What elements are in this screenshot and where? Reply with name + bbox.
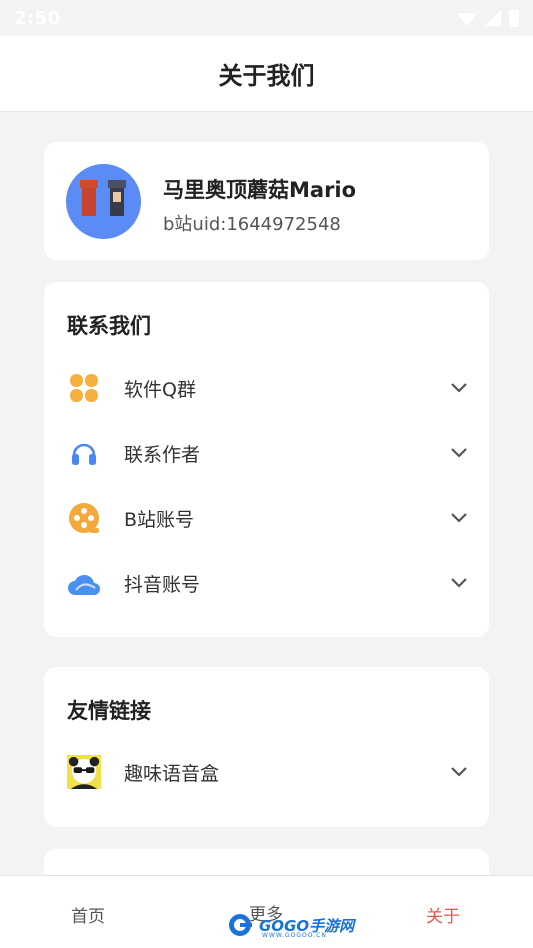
tab-about[interactable]: 关于 <box>426 902 460 927</box>
cloud-icon <box>67 566 101 600</box>
contact-card: 联系我们 软件Q群 联系作者 B站账号 抖音账号 <box>44 282 489 637</box>
grid-flower-icon <box>67 371 101 405</box>
mario-figure-icon <box>80 180 98 216</box>
character-figure-icon <box>108 180 126 216</box>
chevron-down-icon[interactable] <box>449 443 469 463</box>
profile-card: 马里奥顶蘑菇Mario b站uid:1644972548 <box>44 142 489 260</box>
battery-icon <box>509 9 519 27</box>
contact-row-author[interactable]: 联系作者 <box>44 428 489 478</box>
profile-name: 马里奥顶蘑菇Mario <box>163 178 357 202</box>
headphones-icon <box>67 436 101 470</box>
friend-links-card: 友情链接 趣味语音盒 <box>44 667 489 827</box>
signal-icon <box>485 10 501 26</box>
chevron-down-icon[interactable] <box>449 762 469 782</box>
watermark-logo-icon <box>229 914 252 936</box>
link-row-voice-box[interactable]: 趣味语音盒 <box>44 747 489 797</box>
chevron-down-icon[interactable] <box>449 508 469 528</box>
tab-home[interactable]: 首页 <box>71 902 105 927</box>
contact-row-label: 联系作者 <box>124 443 201 466</box>
contact-section-title: 联系我们 <box>67 314 151 338</box>
contact-row-label: 软件Q群 <box>124 378 196 401</box>
chevron-down-icon[interactable] <box>449 378 469 398</box>
panda-avatar-icon <box>67 755 101 789</box>
links-section-title: 友情链接 <box>67 699 151 723</box>
contact-row-bilibili[interactable]: B站账号 <box>44 493 489 543</box>
profile-uid: b站uid:1644972548 <box>163 214 341 235</box>
bottom-tab-bar: 首页 更多 关于 GOGO手游网 WWW.GOGOO.CN <box>0 875 533 948</box>
avatar <box>66 164 141 239</box>
contact-row-qq-group[interactable]: 软件Q群 <box>44 363 489 413</box>
status-icons <box>457 9 519 27</box>
contact-row-label: B站账号 <box>124 508 195 531</box>
chevron-down-icon[interactable] <box>449 573 469 593</box>
page-title: 关于我们 <box>218 62 315 90</box>
contact-row-label: 抖音账号 <box>124 573 201 596</box>
app-header: 关于我们 <box>0 36 533 112</box>
wifi-icon <box>457 13 477 26</box>
status-bar: 2:50 <box>0 0 533 36</box>
film-reel-icon <box>67 501 101 535</box>
link-row-label: 趣味语音盒 <box>124 762 220 785</box>
status-time: 2:50 <box>14 7 61 29</box>
watermark-sub: WWW.GOGOO.CN <box>262 932 327 939</box>
watermark-logo: GOGO手游网 WWW.GOGOO.CN <box>228 913 354 939</box>
contact-row-douyin[interactable]: 抖音账号 <box>44 558 489 608</box>
